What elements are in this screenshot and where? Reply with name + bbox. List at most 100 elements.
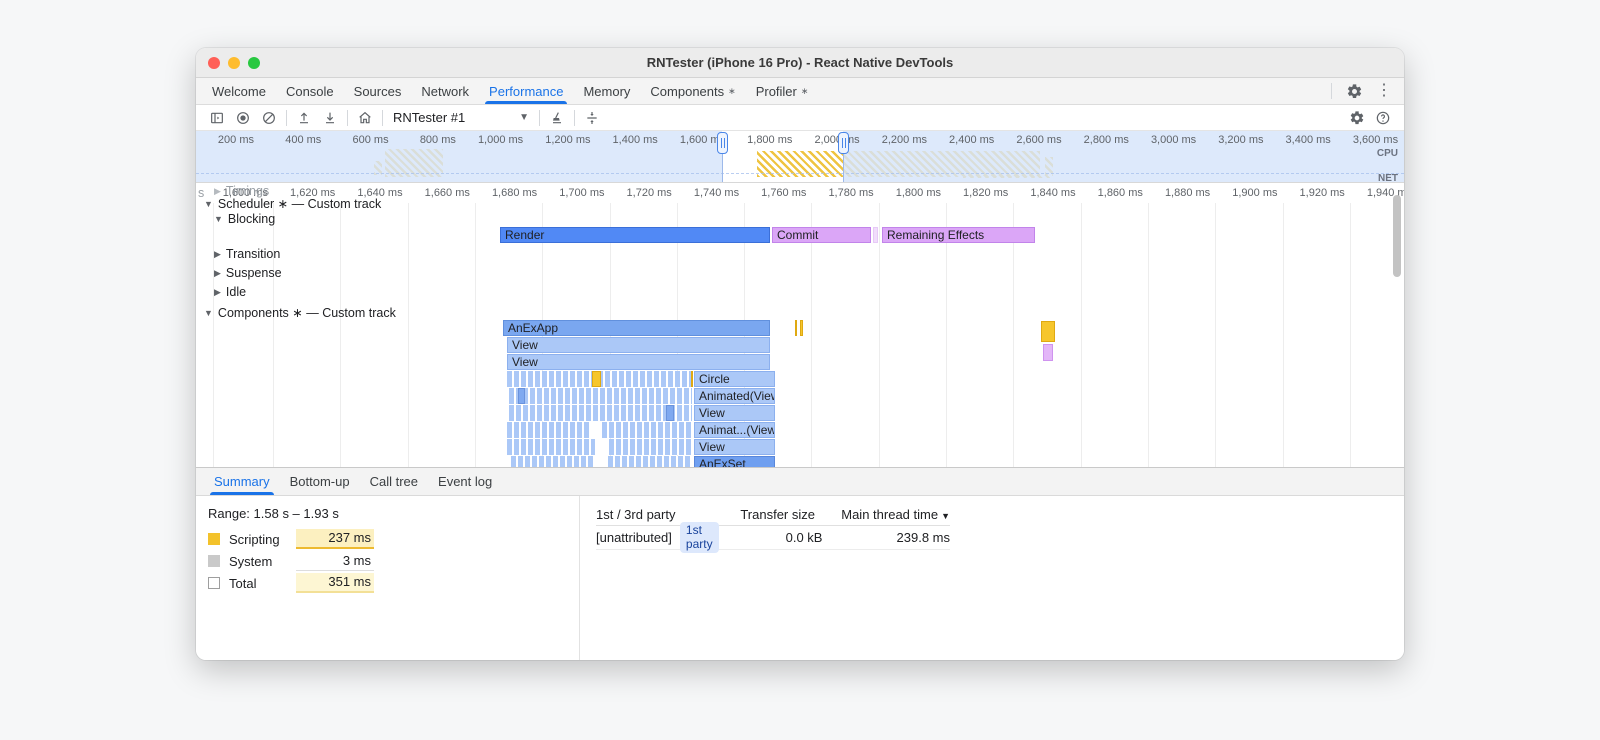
save-profile-icon[interactable] (317, 106, 343, 130)
flame-bar[interactable]: View (694, 439, 775, 455)
track-label[interactable]: ▶ Transition (214, 247, 280, 261)
flame-bar[interactable] (609, 439, 692, 455)
ruler-tick-label: 1,740 ms (693, 187, 740, 199)
expander-arrow-icon[interactable]: ▼ (204, 308, 213, 318)
flame-bar[interactable] (507, 422, 589, 438)
devtools-tab[interactable]: Console (276, 78, 344, 104)
flame-bar[interactable]: View (694, 405, 775, 421)
main-thread-time-value: 239.8 ms (896, 530, 950, 545)
expander-arrow-icon[interactable]: ▶ (214, 186, 221, 197)
expander-arrow-icon[interactable]: ▶ (214, 268, 221, 279)
flame-bar[interactable] (800, 320, 803, 336)
flame-bar[interactable] (518, 388, 525, 404)
flame-chart[interactable]: 1,600 ms 1,620 ms 1,640 ms 1,660 ms 1,680 ms… (196, 183, 1404, 467)
devtools-tab[interactable]: Sources (344, 78, 412, 104)
flame-bar[interactable] (592, 371, 601, 387)
details-tab[interactable]: Summary (204, 468, 280, 495)
details-tab-label: Call tree (369, 474, 419, 489)
vertical-scrollbar[interactable] (1393, 195, 1401, 277)
flame-bar-label: View (699, 406, 725, 420)
selection-handle-left[interactable] (717, 132, 728, 154)
devtools-tab[interactable]: Welcome (202, 78, 276, 104)
details-tab[interactable]: Call tree (360, 468, 428, 495)
flame-bar[interactable] (1043, 344, 1053, 361)
flame-bar[interactable] (608, 456, 692, 467)
overview-tick-label: 800 ms (419, 134, 456, 146)
col-main-thread-header[interactable]: Main thread time ▼ (815, 507, 950, 522)
details-tab[interactable]: Event log (428, 468, 502, 495)
track-label[interactable]: ▶ Idle (214, 285, 246, 299)
flame-bar[interactable] (507, 439, 595, 455)
flame-bar[interactable]: View (507, 354, 770, 370)
flame-bar[interactable]: Remaining Effects (882, 227, 1035, 243)
load-profile-icon[interactable] (291, 106, 317, 130)
flame-bar[interactable] (509, 405, 692, 421)
flame-bar-label: Circle (699, 372, 730, 386)
ruler-tick-label: 1,660 ms (424, 187, 470, 199)
flame-bar[interactable]: AnExApp (503, 320, 770, 336)
selection-handle-right[interactable] (838, 132, 849, 154)
capture-settings-icon[interactable] (579, 106, 605, 130)
flame-bar[interactable] (509, 388, 692, 404)
flame-bar[interactable]: Animat...(View) (694, 422, 775, 438)
settings-icon[interactable] (1342, 79, 1366, 103)
devtools-tab[interactable]: Network (411, 78, 479, 104)
devtools-tab[interactable]: Memory (573, 78, 640, 104)
tab-new-mark: ∗ (728, 85, 736, 96)
legend-label: Scripting (229, 531, 280, 547)
flame-bar-label: AnExApp (508, 321, 559, 335)
track-label[interactable]: ▼ Scheduler ∗ — Custom track (204, 196, 381, 211)
clear-icon[interactable] (256, 106, 282, 130)
flame-bar[interactable]: Commit (772, 227, 871, 243)
toggle-sidebar-icon[interactable] (204, 106, 230, 130)
expander-arrow-icon[interactable]: ▼ (204, 199, 213, 209)
flame-bar[interactable]: View (507, 337, 770, 353)
devtools-tab[interactable]: Profiler ∗ (746, 78, 819, 104)
tab-label: Welcome (212, 83, 266, 99)
timeline-overview[interactable]: 200 ms 400 ms 600 ms 800 ms 1,000 ms 1,200 ms… (196, 131, 1404, 183)
flame-bar[interactable]: AnExSet (694, 456, 775, 467)
col-main-thread-label: Main thread time (841, 507, 939, 522)
more-options-icon[interactable]: ⋮ (1372, 79, 1396, 103)
expander-arrow-icon[interactable]: ▶ (214, 249, 221, 260)
devtools-tabs: Welcome Console Sources Network Performa… (202, 78, 1327, 104)
track-label[interactable]: ▶ Suspense (214, 266, 282, 280)
flame-bar[interactable]: Circle (694, 371, 775, 387)
gridline (474, 203, 476, 467)
gridline (273, 203, 274, 467)
selection-guide-left (722, 153, 723, 182)
col-transfer-header[interactable]: Transfer size (705, 507, 815, 522)
devtools-tab[interactable]: Components ∗ (640, 78, 745, 104)
flame-bar[interactable] (795, 320, 797, 336)
flame-bar[interactable] (666, 405, 674, 421)
summary-pane: Range: 1.58 s – 1.93 s Scripting 237 ms … (196, 496, 580, 660)
track-name: Components ∗ — Custom track (217, 306, 396, 320)
flame-bar[interactable] (511, 456, 595, 467)
flame-bar-label: Animated(View) (699, 389, 774, 403)
gridline (1349, 203, 1351, 467)
panel-settings-icon[interactable] (1344, 106, 1370, 130)
track-label[interactable]: ▼ Blocking (214, 212, 275, 226)
live-metrics-home-icon[interactable] (352, 106, 378, 130)
col-party-header[interactable]: 1st / 3rd party (596, 507, 705, 522)
record-icon[interactable] (230, 106, 256, 130)
flame-bar[interactable] (1041, 321, 1055, 342)
flame-bar[interactable] (691, 371, 693, 387)
details-tab[interactable]: Bottom-up (280, 468, 360, 495)
track-label[interactable]: ▼ Components ∗ — Custom track (204, 305, 396, 320)
flame-bar[interactable] (602, 422, 692, 438)
collect-garbage-icon[interactable] (544, 106, 570, 130)
flame-bar-label: Commit (777, 228, 819, 242)
overview-tick-label: 2,600 ms (1016, 134, 1062, 146)
table-row[interactable]: [unattributed] 1st party 0.0 kB 239.8 ms (596, 522, 950, 553)
expander-arrow-icon[interactable]: ▶ (214, 287, 221, 298)
overview-tick-label: 400 ms (285, 134, 322, 146)
devtools-window: RNTester (iPhone 16 Pro) - React Native … (196, 48, 1404, 660)
target-selector[interactable]: RNTester #1 ▼ (387, 110, 535, 125)
expander-arrow-icon[interactable]: ▼ (214, 214, 223, 224)
help-icon[interactable] (1370, 106, 1396, 130)
flame-bar[interactable]: Animated(View) (694, 388, 775, 404)
devtools-tab[interactable]: Performance (479, 78, 573, 104)
flame-bar[interactable]: Render (500, 227, 770, 243)
flame-bar[interactable] (873, 227, 878, 243)
